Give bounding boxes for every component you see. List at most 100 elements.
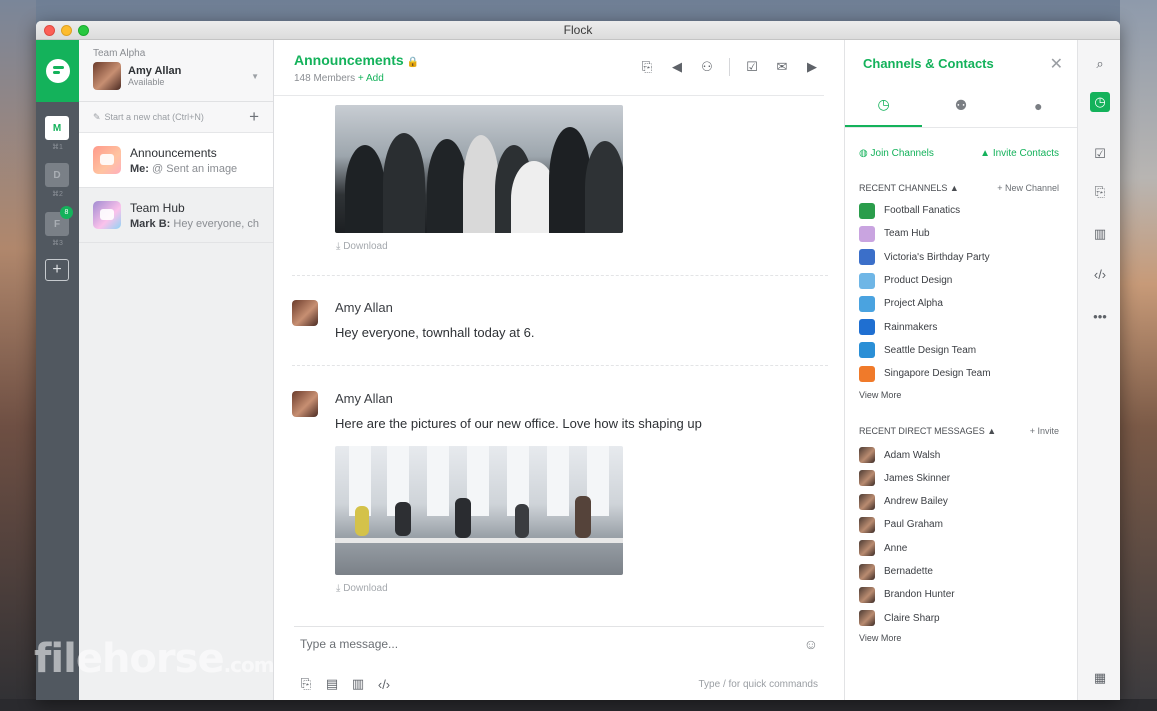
section-label[interactable]: RECENT CHANNELS ▲ xyxy=(859,183,959,193)
invite-contacts-link[interactable]: ▲ Invite Contacts xyxy=(980,148,1059,159)
avatar xyxy=(93,62,121,90)
avatar[interactable] xyxy=(292,300,318,326)
flock-logo[interactable] xyxy=(36,40,79,102)
contact-name: Claire Sharp xyxy=(884,612,940,624)
checkbox-icon[interactable]: ☑ xyxy=(744,59,760,75)
zoom-window-button[interactable] xyxy=(78,25,89,36)
search-icon[interactable]: ⌕ xyxy=(1090,54,1110,74)
contact-item[interactable]: Adam Walsh xyxy=(859,443,1063,466)
poll-icon[interactable]: ▥ xyxy=(350,676,366,692)
contact-name: Andrew Bailey xyxy=(884,496,948,508)
avatar[interactable] xyxy=(292,391,318,417)
channel-name: Seattle Design Team xyxy=(884,344,977,356)
add-team-button[interactable]: + xyxy=(45,259,69,281)
recent-dm-header: RECENT DIRECT MESSAGES ▲ + Invite xyxy=(845,426,1077,436)
add-user-icon[interactable]: ⚇ xyxy=(699,59,715,75)
emoji-icon[interactable]: ☺ xyxy=(804,636,818,652)
app-window: Flock M ⌘1 D ⌘2 F 8 ⌘3 + Team Alpha Amy … xyxy=(36,21,1120,700)
tab-contacts[interactable]: ● xyxy=(1000,84,1077,127)
download-link[interactable]: ⤓ Download xyxy=(336,583,388,594)
channel-item[interactable]: Seattle Design Team xyxy=(859,339,1063,362)
download-label: Download xyxy=(343,583,388,594)
avatar xyxy=(859,493,875,510)
tab-recent[interactable]: ◷ xyxy=(845,84,923,127)
contact-item[interactable]: James Skinner xyxy=(859,467,1063,490)
team-switch-m[interactable]: M xyxy=(45,116,69,140)
close-window-button[interactable] xyxy=(44,25,55,36)
join-channels-link[interactable]: ◍ Join Channels xyxy=(859,148,934,159)
lock-icon: 🔒 xyxy=(406,57,420,68)
new-chat-input[interactable]: ✎ Start a new chat (Ctrl+N) + xyxy=(79,102,273,133)
watermark-logo: filehorse.com xyxy=(34,636,275,682)
tab-channels[interactable]: ⚉ xyxy=(922,84,999,127)
list-item[interactable]: Announcements Me: @ Sent an image xyxy=(79,133,273,188)
new-chat-plus-button[interactable]: + xyxy=(249,107,259,127)
app-grid-icon[interactable]: ▦ xyxy=(1090,668,1110,688)
avatar xyxy=(859,540,875,557)
contact-item[interactable]: Andrew Bailey xyxy=(859,490,1063,513)
more-icon[interactable]: ••• xyxy=(1090,306,1110,326)
code-icon[interactable]: ‹/› xyxy=(1090,264,1110,284)
app-body: M ⌘1 D ⌘2 F 8 ⌘3 + Team Alpha Amy Allan … xyxy=(36,40,1120,700)
recent-dm-list: Adam Walsh James Skinner Andrew Bailey Paul… xyxy=(845,443,1077,629)
conversation-sender: Mark B: xyxy=(130,217,171,230)
message-sender[interactable]: Amy Allan xyxy=(335,300,393,315)
window-title: Flock xyxy=(563,23,593,37)
team-switch-d[interactable]: D xyxy=(45,163,69,187)
close-icon[interactable]: ✕ xyxy=(1050,54,1063,74)
files-icon[interactable]: ⎘ xyxy=(1090,182,1110,202)
profile-status: Available xyxy=(128,77,165,87)
mail-icon[interactable]: ✉ xyxy=(774,59,790,75)
list-item[interactable]: Team Hub Mark B: Hey everyone, ch... xyxy=(79,188,273,243)
conversation-title: Team Hub xyxy=(130,200,185,215)
contact-item[interactable]: Claire Sharp xyxy=(859,606,1063,629)
channel-item[interactable]: Football Fanatics xyxy=(859,199,1063,222)
contact-item[interactable]: Bernadette xyxy=(859,560,1063,583)
view-more-contacts[interactable]: View More xyxy=(845,633,1077,643)
paperclip-icon[interactable]: ⎘ xyxy=(639,59,655,75)
contact-item[interactable]: Paul Graham xyxy=(859,513,1063,536)
channels-contacts-panel: Channels & Contacts ✕ ◷ ⚉ ● ◍ Join Chann… xyxy=(844,40,1077,700)
add-member-link[interactable]: + Add xyxy=(358,73,384,84)
note-icon[interactable]: ▤ xyxy=(324,676,340,692)
channel-item[interactable]: Rainmakers xyxy=(859,315,1063,338)
channel-header: Announcements 🔒 148 Members + Add ⎘ ◀ ⚇ ☑… xyxy=(274,40,824,96)
team-photo-image[interactable] xyxy=(335,105,623,233)
channel-title[interactable]: Announcements xyxy=(294,52,404,68)
channel-icon xyxy=(859,202,875,219)
recent-activity-icon[interactable]: ◷ xyxy=(1090,92,1110,112)
recent-channels-header: RECENT CHANNELS ▲ + New Channel xyxy=(845,183,1077,193)
video-camera-icon[interactable]: ▶ xyxy=(804,59,820,75)
profile-header[interactable]: Team Alpha Amy Allan Available ▼ xyxy=(79,40,273,102)
chevron-down-icon[interactable]: ▼ xyxy=(251,72,259,81)
channel-item[interactable]: Victoria's Birthday Party xyxy=(859,246,1063,269)
member-count[interactable]: 148 Members xyxy=(294,73,355,84)
channel-name: Project Alpha xyxy=(884,298,943,310)
view-more-channels[interactable]: View More xyxy=(845,390,1077,400)
channel-name: Football Fanatics xyxy=(884,205,961,217)
invite-button[interactable]: + Invite xyxy=(1030,426,1059,436)
office-photo-image[interactable] xyxy=(335,446,623,575)
message-composer[interactable]: Type a message... ☺ ⎘ ▤ ▥ ‹/› Type / for… xyxy=(294,626,824,700)
chat-bubble-icon xyxy=(93,201,121,229)
channel-item[interactable]: Singapore Design Team xyxy=(859,362,1063,385)
speaker-icon[interactable]: ◀ xyxy=(669,59,685,75)
contact-item[interactable]: Brandon Hunter xyxy=(859,583,1063,606)
message-input[interactable]: Type a message... xyxy=(300,637,398,651)
attach-icon[interactable]: ⎘ xyxy=(298,676,314,692)
code-snippet-icon[interactable]: ‹/› xyxy=(376,676,392,692)
conversation-list: Team Alpha Amy Allan Available ▼ ✎ Start… xyxy=(79,40,274,700)
todo-icon[interactable]: ☑ xyxy=(1090,144,1110,164)
channel-item[interactable]: Product Design xyxy=(859,269,1063,292)
polls-icon[interactable]: ▥ xyxy=(1090,224,1110,244)
channel-item[interactable]: Project Alpha xyxy=(859,292,1063,315)
megaphone-icon xyxy=(93,146,121,174)
message-sender[interactable]: Amy Allan xyxy=(335,391,393,406)
minimize-window-button[interactable] xyxy=(61,25,72,36)
section-label[interactable]: RECENT DIRECT MESSAGES ▲ xyxy=(859,426,996,436)
channel-item[interactable]: Team Hub xyxy=(859,222,1063,245)
new-channel-button[interactable]: + New Channel xyxy=(997,183,1059,193)
contact-item[interactable]: Anne xyxy=(859,537,1063,560)
new-chat-placeholder: Start a new chat (Ctrl+N) xyxy=(104,112,204,122)
download-link[interactable]: ⤓ Download xyxy=(336,241,388,252)
